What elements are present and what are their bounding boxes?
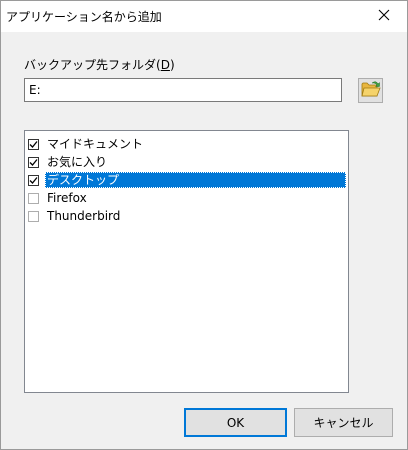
ok-button[interactable]: OK <box>184 408 287 437</box>
list-item[interactable]: お気に入り <box>28 153 346 171</box>
window-title: アプリケーション名から追加 <box>6 10 162 24</box>
list-item[interactable]: マイドキュメント <box>28 135 346 153</box>
list-item-label: Thunderbird <box>47 209 121 223</box>
checkbox-checked[interactable] <box>28 174 39 186</box>
cancel-button[interactable]: キャンセル <box>294 408 393 437</box>
list-item[interactable]: Firefox <box>28 189 346 207</box>
folder-open-icon <box>360 80 381 101</box>
backup-folder-label: バックアップ先フォルダ(D) <box>24 58 175 72</box>
list-item-label: デスクトップ <box>45 172 346 188</box>
list-item[interactable]: Thunderbird <box>28 207 346 225</box>
checkbox-unchecked[interactable] <box>28 192 39 204</box>
application-list[interactable]: マイドキュメント お気に入り デスクトップ Firefox Thunderbir… <box>24 130 349 393</box>
list-item-label: お気に入り <box>47 155 108 169</box>
checkbox-checked[interactable] <box>28 156 39 168</box>
dialog-window: アプリケーション名から追加 バックアップ先フォルダ(D) マイドキュメント お気… <box>0 0 408 450</box>
close-icon <box>378 9 390 24</box>
close-button[interactable] <box>361 1 407 32</box>
list-item-label: Firefox <box>47 191 87 205</box>
browse-folder-button[interactable] <box>358 78 383 103</box>
checkbox-checked[interactable] <box>28 138 39 150</box>
backup-folder-input[interactable] <box>24 78 342 102</box>
title-bar: アプリケーション名から追加 <box>1 1 407 32</box>
checkbox-unchecked[interactable] <box>28 210 39 222</box>
list-item-selected[interactable]: デスクトップ <box>28 171 346 189</box>
list-item-label: マイドキュメント <box>47 137 144 151</box>
